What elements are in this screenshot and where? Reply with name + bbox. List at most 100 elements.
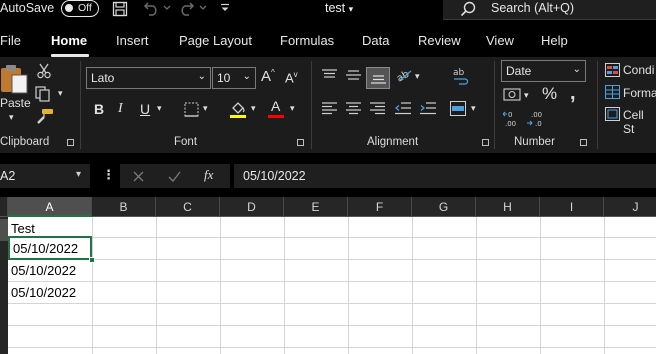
font-group-label: Font [174,136,198,148]
tab-insert[interactable]: Insert [116,33,149,48]
merge-dropdown-icon[interactable]: ▾ [471,103,476,114]
accounting-format-icon[interactable] [503,88,521,102]
column-header-b[interactable]: B [92,197,156,217]
tab-file[interactable]: File [0,33,21,48]
redo-icon[interactable] [178,2,196,16]
more-options-icon[interactable]: ⋮ [102,167,115,183]
column-header-a[interactable]: A [8,197,92,217]
font-color-dropdown-icon[interactable]: ▾ [290,103,295,114]
underline-dropdown-icon[interactable]: ▾ [157,103,162,114]
select-all-corner[interactable] [0,197,8,217]
clipboard-launcher-icon[interactable] [67,139,74,146]
number-launcher-icon[interactable] [580,139,587,146]
document-title[interactable]: test ▾ [325,1,353,15]
search-placeholder: Search (Alt+Q) [491,1,575,15]
decrease-decimal-icon[interactable]: .00 .0 [527,110,545,127]
underline-icon[interactable]: U [140,101,150,117]
customize-toolbar-icon[interactable] [220,3,230,13]
formula-input[interactable]: 05/10/2022 [234,164,656,188]
selected-row-header[interactable] [0,219,8,241]
tab-data[interactable]: Data [362,33,389,48]
column-header-g[interactable]: G [412,197,476,217]
align-right-icon[interactable] [370,102,385,115]
tab-formulas[interactable]: Formulas [280,33,334,48]
middle-align-icon[interactable] [346,69,361,81]
group-separator [494,61,495,149]
undo-icon[interactable] [142,2,160,16]
svg-text:.0: .0 [535,120,542,127]
accounting-dropdown-icon[interactable]: ▾ [524,90,529,101]
cancel-icon[interactable] [133,171,144,182]
comma-style-icon[interactable]: , [570,82,576,105]
tab-home[interactable]: Home [51,33,87,48]
paste-dropdown-icon[interactable]: ▾ [9,112,14,123]
merge-center-icon[interactable] [450,101,466,116]
font-name-select[interactable]: Lato ⌄ [86,67,211,89]
paste-icon[interactable] [0,63,30,95]
redo-dropdown-icon[interactable] [199,5,207,11]
autosave-toggle[interactable]: Off [61,0,99,17]
orientation-icon[interactable]: ab [396,68,412,82]
conditional-formatting-icon[interactable] [605,63,620,77]
column-header-d[interactable]: D [220,197,284,217]
column-header-f[interactable]: F [348,197,412,217]
copy-dropdown-icon[interactable]: ▾ [58,88,63,99]
column-header-j[interactable]: J [604,197,656,217]
increase-font-size-icon[interactable]: A^ [261,68,275,85]
borders-dropdown-icon[interactable]: ▾ [203,103,208,114]
name-box[interactable]: A2 ▾ [0,164,90,188]
search-box[interactable]: Search (Alt+Q) [443,0,656,20]
cell-a3[interactable]: 05/10/2022 [11,263,76,278]
decrease-indent-icon[interactable] [395,102,411,115]
cell-a4[interactable]: 05/10/2022 [11,285,76,300]
percent-style-icon[interactable]: % [542,84,557,104]
align-center-icon[interactable] [346,102,361,115]
tab-review[interactable]: Review [418,33,461,48]
format-as-table-label[interactable]: Forma [623,86,656,100]
fill-color-dropdown-icon[interactable]: ▾ [251,103,256,114]
tab-view[interactable]: View [486,33,514,48]
grid-line [8,303,656,304]
enter-icon[interactable] [168,171,181,182]
ribbon-tabs: File Home Insert Page Layout Formulas Da… [0,20,656,57]
orientation-dropdown-icon[interactable]: ▾ [415,71,420,82]
undo-dropdown-icon[interactable] [163,5,171,11]
fill-handle[interactable] [89,257,95,263]
column-header-i[interactable]: I [540,197,604,217]
italic-icon[interactable]: I [118,101,123,117]
top-align-icon[interactable] [322,69,337,81]
font-color-icon[interactable]: A [271,98,280,114]
conditional-formatting-label[interactable]: Condi [623,63,654,77]
font-name-value: Lato [91,71,115,85]
paste-label[interactable]: Paste [0,96,31,110]
fill-color-icon[interactable] [229,99,247,119]
increase-decimal-icon[interactable]: 0 .00 [503,110,521,127]
font-launcher-icon[interactable] [297,139,304,146]
column-header-h[interactable]: H [476,197,540,217]
number-format-select[interactable]: Date ⌄ [501,60,586,82]
worksheet-grid[interactable]: A B C D E F G H I J Test 05/10/2022 05/1… [0,197,656,354]
bottom-align-button[interactable] [366,67,390,89]
cell-styles-icon[interactable] [605,107,620,121]
tab-page-layout[interactable]: Page Layout [179,33,252,48]
align-left-icon[interactable] [322,102,337,115]
save-icon[interactable] [112,1,128,17]
format-as-table-icon[interactable] [605,85,620,99]
wrap-text-icon[interactable]: ab [453,67,469,85]
insert-function-icon[interactable]: fx [204,167,213,183]
cut-icon[interactable] [37,63,51,79]
svg-text:ab: ab [453,68,465,78]
cell-styles-label[interactable]: Cell St [623,108,656,136]
tab-help[interactable]: Help [541,33,568,48]
font-size-select[interactable]: 10 ⌄ [212,67,256,89]
column-header-c[interactable]: C [156,197,220,217]
copy-icon[interactable] [35,86,51,102]
column-header-e[interactable]: E [284,197,348,217]
borders-icon[interactable] [184,102,199,117]
cell-a1[interactable]: Test [11,221,35,236]
bold-icon[interactable]: B [94,101,104,117]
increase-indent-icon[interactable] [420,102,436,115]
alignment-launcher-icon[interactable] [482,139,489,146]
decrease-font-size-icon[interactable]: Av [285,70,298,85]
format-painter-icon[interactable] [36,108,54,124]
